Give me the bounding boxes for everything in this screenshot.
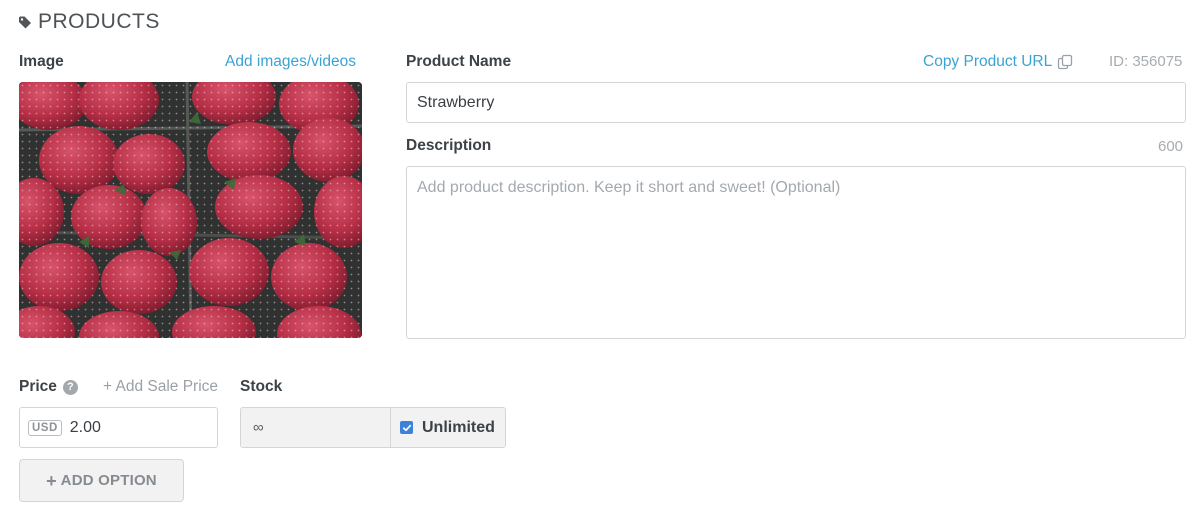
unlimited-checkbox[interactable] [400,421,413,434]
product-image[interactable] [19,82,362,338]
price-input[interactable]: USD 2.00 [19,407,218,448]
copy-icon [1058,54,1073,70]
add-sale-price-link[interactable]: + Add Sale Price [103,378,218,396]
add-images-link[interactable]: Add images/videos [225,53,356,71]
stock-input[interactable]: ∞ [241,408,391,447]
checkmark-icon [402,424,411,431]
page-title: PRODUCTS [38,10,160,33]
plus-icon: + [46,470,57,491]
description-char-count: 600 [1158,138,1184,155]
help-icon[interactable]: ? [62,379,78,395]
unlimited-label: Unlimited [422,418,495,436]
image-label: Image [19,53,64,70]
product-name-input[interactable]: Strawberry [406,82,1186,123]
add-option-button[interactable]: + ADD OPTION [19,459,184,502]
description-textarea[interactable]: Add product description. Keep it short a… [406,166,1186,339]
page-header: PRODUCTS [18,9,160,35]
price-value: 2.00 [69,418,101,436]
product-id: ID: 356075 [1109,53,1183,70]
stock-field: ∞ Unlimited [240,407,506,448]
product-name-label: Product Name [406,53,512,70]
stock-label: Stock [240,378,283,395]
description-label: Description [406,137,492,154]
add-option-label: ADD OPTION [60,472,157,489]
unlimited-toggle[interactable]: Unlimited [391,408,505,447]
currency-badge: USD [28,419,62,436]
price-label: Price [19,378,57,395]
tag-icon [19,16,31,29]
copy-product-url-label: Copy Product URL [923,53,1053,70]
price-label-group: Price ? [19,378,78,396]
strawberry-photo [19,82,362,338]
copy-product-url-button[interactable]: Copy Product URL [923,53,1073,71]
